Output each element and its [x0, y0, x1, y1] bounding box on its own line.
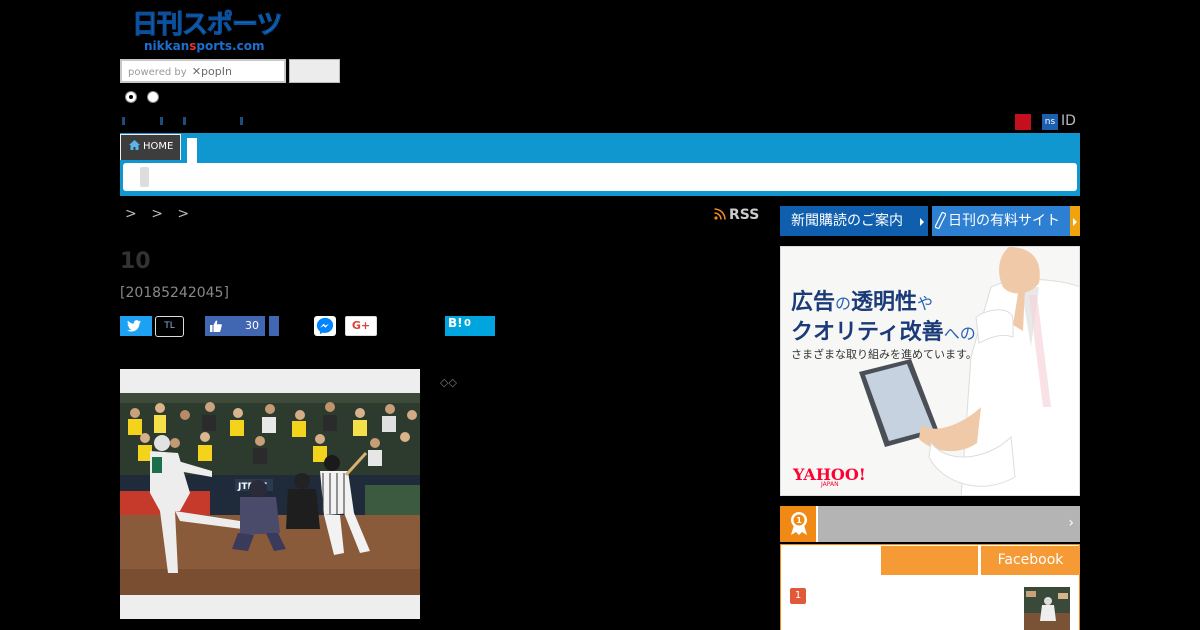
- svg-text:1: 1: [796, 516, 802, 525]
- thumbs-up-icon: [210, 320, 222, 332]
- sub-nav-bar: [123, 163, 1077, 191]
- timeline-share-button[interactable]: TL: [155, 316, 184, 337]
- ranking-thumbnail[interactable]: [1024, 587, 1070, 630]
- newspaper-subscribe-button[interactable]: 新聞購読のご案内: [780, 206, 928, 236]
- ranking-icon-box: 1: [780, 506, 818, 542]
- paid-site-button[interactable]: 日刊の有料サイト: [932, 206, 1080, 236]
- search-scope-radio-web[interactable]: [147, 91, 159, 103]
- yahoo-japan-label: JAPAN: [821, 481, 839, 488]
- hatena-count: 0: [464, 318, 471, 329]
- ranking-tab[interactable]: [881, 546, 978, 575]
- search-scope-radio-site[interactable]: [125, 91, 137, 103]
- pencil-icon: [935, 212, 946, 229]
- ranking-tab-facebook[interactable]: Facebook: [981, 546, 1080, 575]
- facebook-share-button[interactable]: [269, 316, 279, 336]
- search-input[interactable]: powered by ✕popIn: [120, 59, 286, 83]
- rss-icon: [714, 208, 726, 220]
- header-link-marker[interactable]: [183, 117, 186, 125]
- header-link-marker[interactable]: [160, 117, 163, 125]
- breadcrumb-separator: >: [177, 206, 190, 222]
- breadcrumb-separator: >: [151, 206, 163, 222]
- popin-logo: ✕popIn: [191, 65, 232, 78]
- logo-domain: nikkansports.com: [144, 39, 265, 53]
- article-date: [20185242045]: [120, 285, 229, 301]
- nav-tab-home[interactable]: HOME: [120, 134, 181, 160]
- twitter-bird-icon: [127, 320, 141, 332]
- photo-caption-marks: ◇◇: [440, 376, 457, 389]
- nikkansports-logo[interactable]: 日刊スポーツ nikkansports.com: [131, 10, 288, 56]
- hatena-b-icon: B!: [448, 316, 463, 330]
- breadcrumb-separator: >: [125, 206, 137, 222]
- baseball-game-photo[interactable]: JTEKT: [120, 393, 420, 595]
- breadcrumb: > > >: [125, 206, 199, 222]
- yahoo-ad-banner[interactable]: 広告の透明性や クオリティ改善への さまざまな取り組みを進めています。 YAHO…: [780, 246, 1080, 496]
- ranking-panel: Facebook 1: [780, 544, 1080, 630]
- facebook-like-count: 30: [245, 319, 259, 332]
- id-login-link[interactable]: ID: [1061, 113, 1076, 129]
- rank-number-badge: 1: [790, 588, 806, 604]
- baseball-photo-illustration: JTEKT: [120, 393, 420, 595]
- header-link-marker[interactable]: [240, 117, 243, 125]
- search-button[interactable]: [289, 59, 340, 83]
- global-nav: HOME: [120, 133, 1080, 196]
- google-plus-share-button[interactable]: G+: [345, 316, 377, 336]
- red-square-icon[interactable]: [1015, 114, 1031, 130]
- chevron-right-icon: ›: [1068, 515, 1074, 531]
- article-title: 10: [120, 249, 151, 274]
- search-powered-label: powered by: [128, 67, 187, 78]
- ad-headline-line1: 広告の透明性や: [791, 290, 934, 315]
- logo-wordmark: 日刊スポーツ: [131, 10, 282, 41]
- messenger-icon: [316, 317, 334, 335]
- twitter-share-button[interactable]: [120, 316, 152, 336]
- home-icon: [129, 140, 140, 150]
- messenger-share-button[interactable]: [314, 316, 336, 336]
- chevron-right-icon: [1073, 218, 1077, 226]
- header-link-marker[interactable]: [122, 117, 125, 125]
- rss-link[interactable]: RSS: [714, 207, 759, 223]
- nav-tab-secondary[interactable]: [187, 138, 197, 164]
- medal-icon: 1: [791, 512, 807, 535]
- ranking-thumbnail-image: [1024, 587, 1070, 630]
- ns-badge-icon[interactable]: ns: [1042, 114, 1058, 130]
- facebook-like-button[interactable]: 30: [205, 316, 265, 336]
- popin-x-icon: ✕: [191, 65, 202, 78]
- chevron-right-icon: [920, 218, 924, 226]
- article-photo-frame: JTEKT: [120, 369, 420, 619]
- ad-subtext: さまざまな取り組みを進めています。: [791, 348, 977, 361]
- ranking-header[interactable]: 1 ›: [780, 506, 1080, 542]
- ad-headline-line2: クオリティ改善への: [791, 320, 976, 345]
- sub-nav-item[interactable]: [140, 167, 149, 187]
- hatena-bookmark-button[interactable]: B! 0: [445, 316, 495, 336]
